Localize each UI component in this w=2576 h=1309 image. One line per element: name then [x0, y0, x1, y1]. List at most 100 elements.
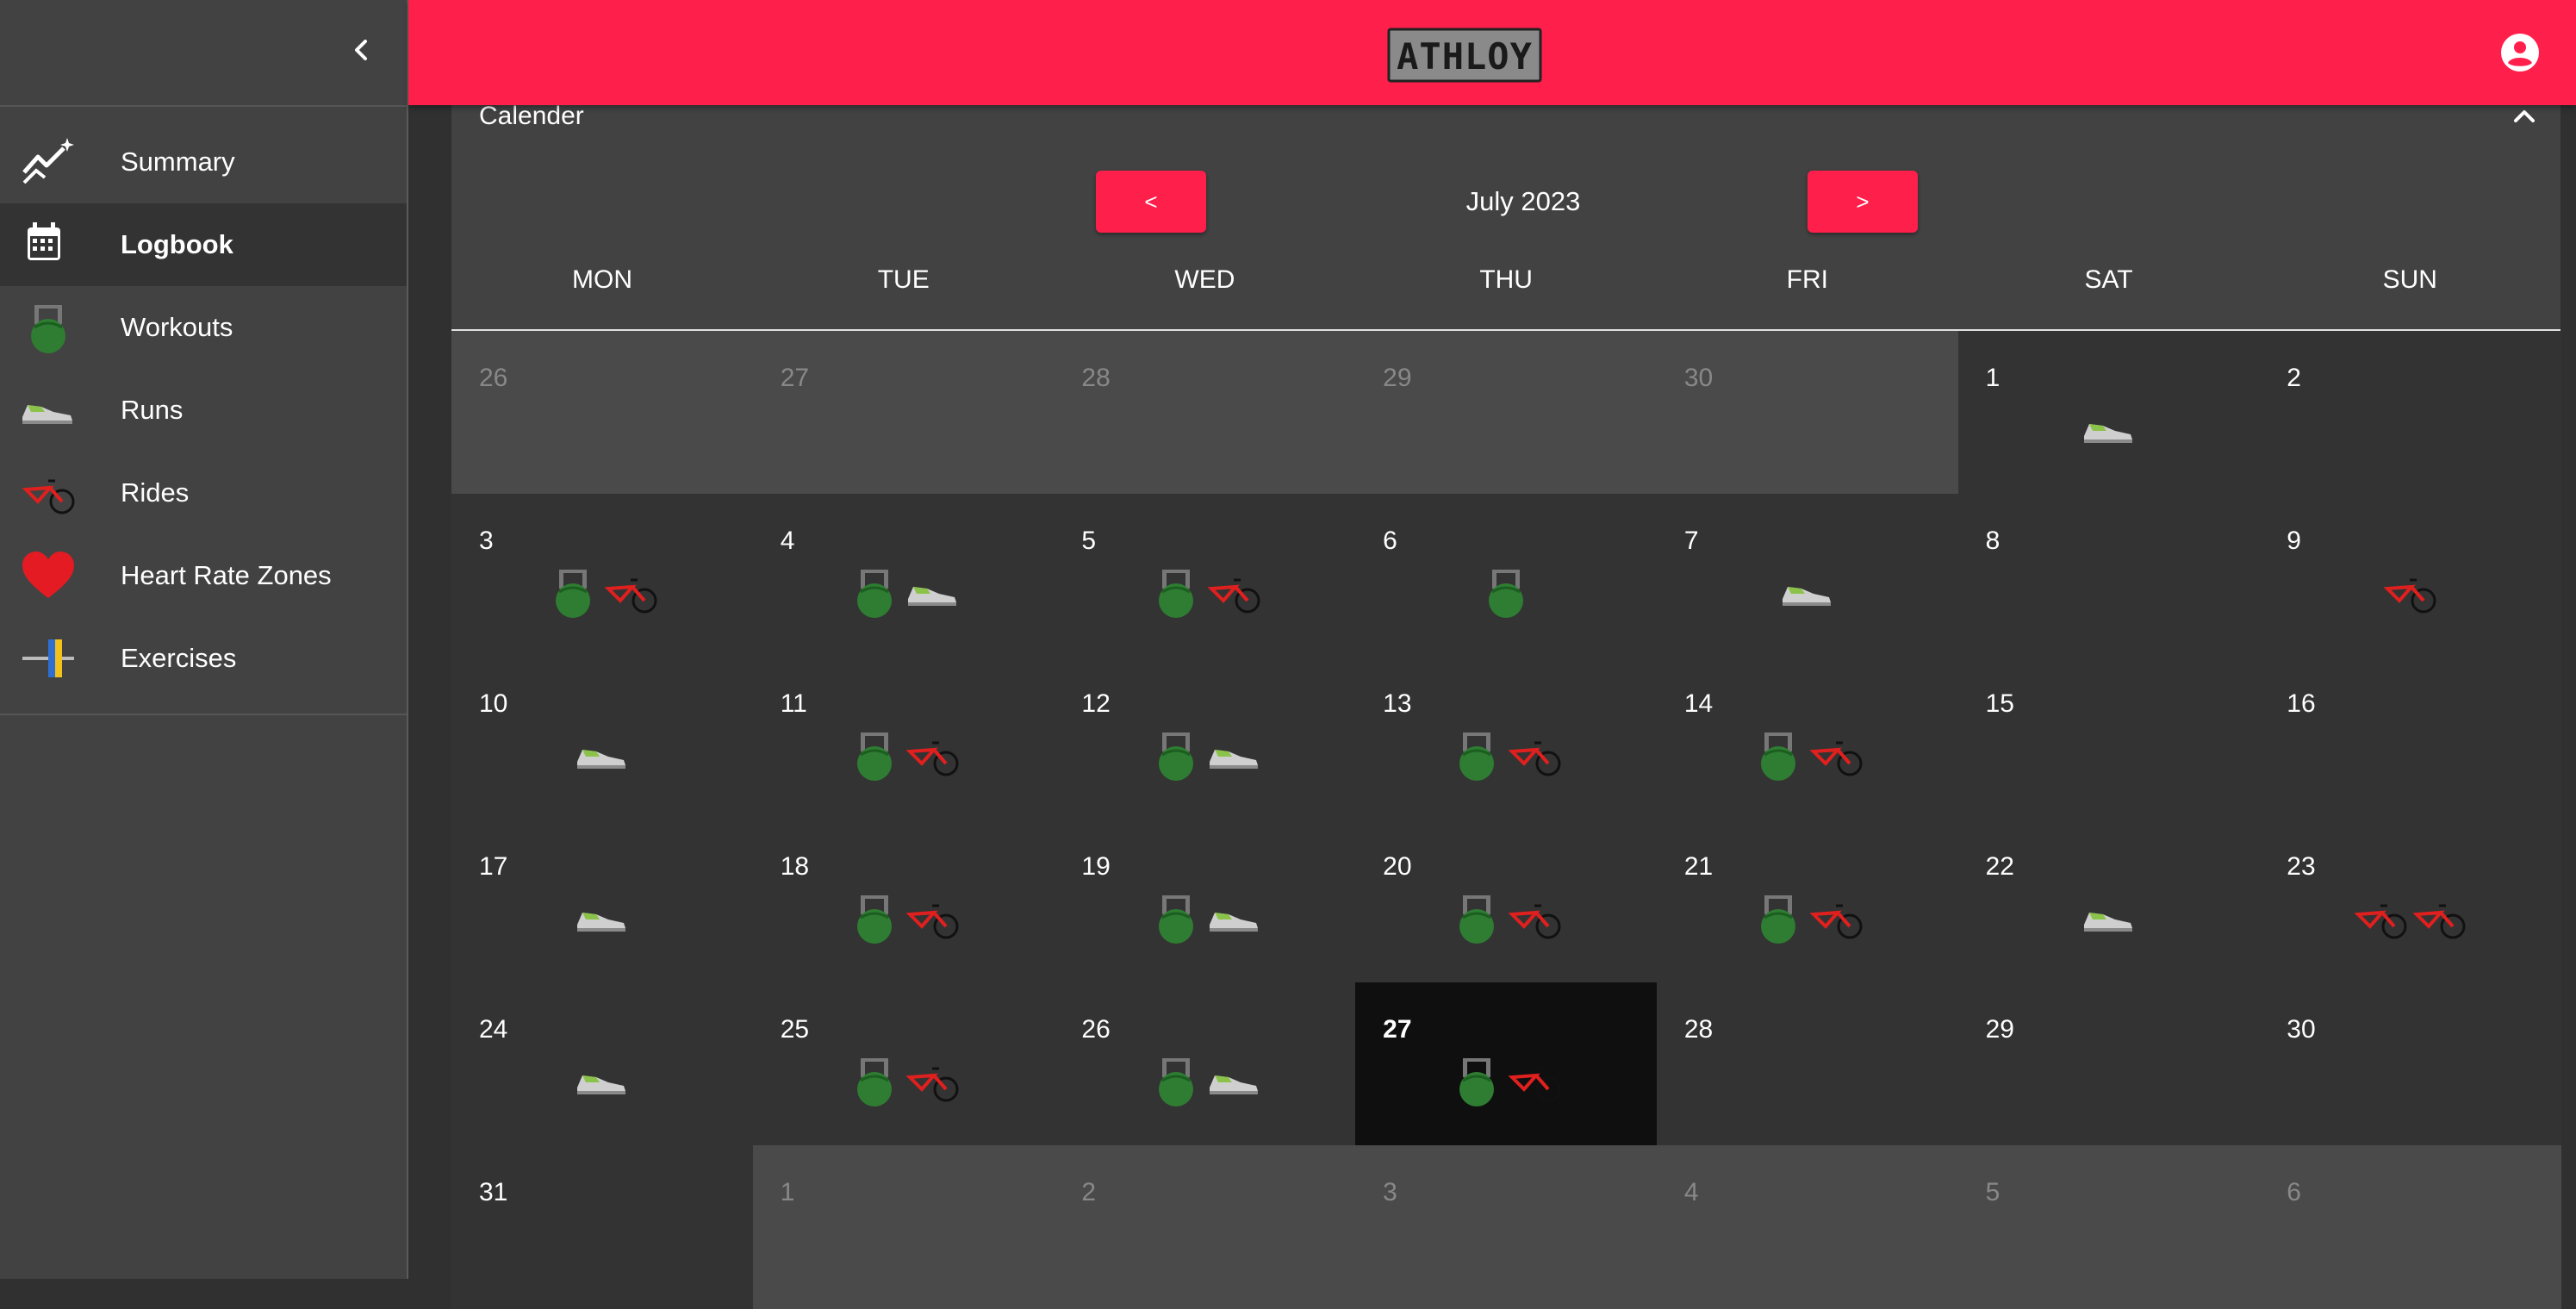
- bicycle-icon[interactable]: [2382, 564, 2439, 621]
- kettlebell-icon[interactable]: [1750, 727, 1807, 784]
- kettlebell-icon[interactable]: [1448, 1053, 1505, 1110]
- calendar-day[interactable]: 14: [1656, 657, 1959, 820]
- calendar-day[interactable]: 3: [451, 494, 754, 658]
- kettlebell-icon[interactable]: [1448, 727, 1505, 784]
- running-shoe-icon[interactable]: [1206, 890, 1263, 947]
- calendar-day-outside-month[interactable]: 6: [2259, 1145, 2561, 1309]
- kettlebell-icon[interactable]: [846, 1053, 903, 1110]
- calendar-day-outside-month[interactable]: 3: [1355, 1145, 1658, 1309]
- calendar-day[interactable]: 24: [451, 982, 754, 1146]
- sidebar-item-workouts[interactable]: Workouts: [0, 286, 407, 369]
- calendar-day[interactable]: 2: [2259, 331, 2561, 495]
- bicycle-icon[interactable]: [1507, 1053, 1564, 1110]
- bicycle-icon[interactable]: [603, 564, 660, 621]
- kettlebell-icon[interactable]: [846, 564, 903, 621]
- calendar-day-outside-month[interactable]: 2: [1054, 1145, 1357, 1309]
- bicycle-icon[interactable]: [2411, 890, 2468, 947]
- bicycle-icon[interactable]: [1808, 890, 1865, 947]
- calendar-day-today[interactable]: 27: [1355, 982, 1658, 1146]
- activity-icons: [1958, 890, 2261, 947]
- account-button[interactable]: [2497, 29, 2543, 76]
- running-shoe-icon[interactable]: [1206, 727, 1263, 784]
- day-number: 31: [479, 1178, 508, 1206]
- calendar-day[interactable]: 8: [1957, 494, 2261, 658]
- calendar-day[interactable]: 22: [1957, 820, 2261, 983]
- calendar-day[interactable]: 10: [451, 657, 754, 820]
- day-number: 30: [1683, 364, 1714, 392]
- bicycle-icon[interactable]: [1507, 890, 1564, 947]
- calendar-day-outside-month[interactable]: 26: [451, 331, 754, 495]
- sidebar-item-label: Summary: [121, 146, 235, 177]
- kettlebell-icon[interactable]: [1148, 1053, 1204, 1110]
- previous-month-button[interactable]: <: [1096, 171, 1206, 233]
- kettlebell-icon[interactable]: [846, 727, 903, 784]
- calendar-day[interactable]: 29: [1957, 982, 2261, 1146]
- sidebar-item-logbook[interactable]: Logbook: [0, 203, 407, 286]
- bicycle-icon[interactable]: [905, 727, 961, 784]
- calendar-day-outside-month[interactable]: 1: [752, 1145, 1055, 1309]
- activity-icons: [451, 727, 754, 784]
- kettlebell-icon[interactable]: [1448, 890, 1505, 947]
- calendar-day[interactable]: 9: [2259, 494, 2561, 658]
- running-shoe-icon[interactable]: [905, 564, 961, 621]
- bicycle-icon[interactable]: [1206, 564, 1263, 621]
- calendar-day-outside-month[interactable]: 5: [1957, 1145, 2261, 1309]
- running-shoe-icon[interactable]: [1206, 1053, 1263, 1110]
- sidebar-item-summary[interactable]: Summary: [0, 121, 407, 203]
- kettlebell-icon[interactable]: [1148, 727, 1204, 784]
- activity-icons: [753, 890, 1055, 947]
- calendar-day[interactable]: 15: [1957, 657, 2261, 820]
- kettlebell-icon[interactable]: [1148, 564, 1204, 621]
- sidebar-item-runs[interactable]: Runs: [0, 369, 407, 452]
- calendar-day[interactable]: 16: [2259, 657, 2561, 820]
- calendar-day[interactable]: 31: [451, 1145, 754, 1309]
- calendar-day[interactable]: 23: [2259, 820, 2561, 983]
- calendar-day[interactable]: 30: [2259, 982, 2561, 1146]
- bicycle-icon[interactable]: [905, 890, 961, 947]
- sidebar-item-rides[interactable]: Rides: [0, 452, 407, 534]
- collapse-calendar-button[interactable]: [2507, 102, 2542, 131]
- calendar-day-outside-month[interactable]: 27: [752, 331, 1055, 495]
- calendar-day-outside-month[interactable]: 28: [1054, 331, 1357, 495]
- running-shoe-icon[interactable]: [574, 1053, 631, 1110]
- kettlebell-icon[interactable]: [1148, 890, 1204, 947]
- running-shoe-icon[interactable]: [2081, 890, 2137, 947]
- collapse-sidebar-button[interactable]: [341, 33, 383, 67]
- calendar-day[interactable]: 11: [752, 657, 1055, 820]
- bicycle-icon[interactable]: [905, 1053, 961, 1110]
- kettlebell-icon[interactable]: [1478, 564, 1534, 621]
- calendar-day[interactable]: 13: [1355, 657, 1658, 820]
- sidebar-item-exercises[interactable]: Exercises: [0, 617, 407, 700]
- calendar-day[interactable]: 18: [752, 820, 1055, 983]
- calendar-day[interactable]: 4: [752, 494, 1055, 658]
- next-month-button[interactable]: >: [1808, 171, 1918, 233]
- calendar-day[interactable]: 19: [1054, 820, 1357, 983]
- sidebar-item-label: Logbook: [121, 229, 233, 259]
- bicycle-icon[interactable]: [1507, 727, 1564, 784]
- kettlebell-icon[interactable]: [544, 564, 601, 621]
- calendar-day[interactable]: 20: [1355, 820, 1658, 983]
- running-shoe-icon[interactable]: [2081, 402, 2137, 458]
- calendar-day[interactable]: 7: [1656, 494, 1959, 658]
- kettlebell-icon[interactable]: [846, 890, 903, 947]
- calendar-day[interactable]: 25: [752, 982, 1055, 1146]
- calendar-day[interactable]: 26: [1054, 982, 1357, 1146]
- calendar-day-outside-month[interactable]: 29: [1355, 331, 1658, 495]
- calendar-day[interactable]: 21: [1656, 820, 1959, 983]
- calendar-day[interactable]: 1: [1957, 331, 2261, 495]
- running-shoe-icon[interactable]: [574, 727, 631, 784]
- calendar-day[interactable]: 12: [1054, 657, 1357, 820]
- bicycle-icon[interactable]: [2353, 890, 2410, 947]
- calendar-day[interactable]: 6: [1355, 494, 1658, 658]
- calendar-day-outside-month[interactable]: 4: [1656, 1145, 1959, 1309]
- calendar-day[interactable]: 28: [1656, 982, 1959, 1146]
- calendar-day[interactable]: 17: [451, 820, 754, 983]
- running-shoe-icon[interactable]: [1779, 564, 1836, 621]
- day-number: 8: [1985, 527, 2000, 555]
- bicycle-icon[interactable]: [1808, 727, 1865, 784]
- kettlebell-icon[interactable]: [1750, 890, 1807, 947]
- running-shoe-icon[interactable]: [574, 890, 631, 947]
- calendar-day-outside-month[interactable]: 30: [1656, 331, 1959, 495]
- sidebar-item-heart-rate-zones[interactable]: Heart Rate Zones: [0, 534, 407, 617]
- calendar-day[interactable]: 5: [1054, 494, 1357, 658]
